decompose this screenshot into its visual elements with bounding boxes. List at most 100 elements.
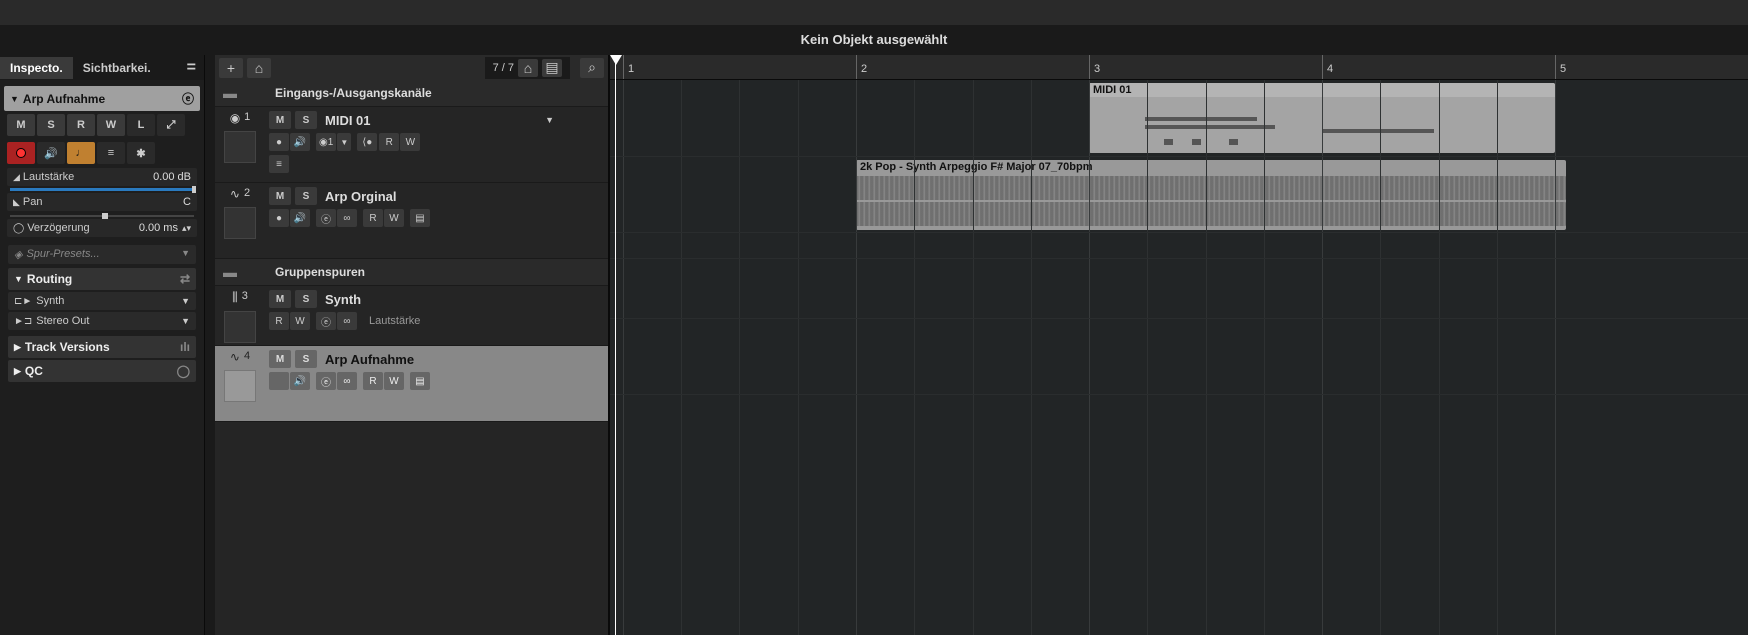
audio-icon: ∿: [230, 187, 240, 201]
grid-line: [1264, 80, 1265, 635]
grid-line: [973, 80, 974, 635]
edit-button[interactable]: ⓔ: [316, 372, 336, 390]
lane-divider: [610, 156, 1748, 157]
tab-inspector[interactable]: Inspecto.: [0, 57, 73, 79]
record-button[interactable]: ●: [269, 133, 289, 151]
read-button[interactable]: R: [363, 209, 383, 227]
pan-row[interactable]: ◣ Pan C: [7, 193, 197, 211]
grid-line: [1322, 80, 1323, 635]
write-button[interactable]: W: [290, 312, 310, 330]
read-button[interactable]: R: [379, 133, 399, 151]
preset-icon: ◈: [14, 248, 22, 261]
collapse-icon: ▼: [10, 94, 19, 104]
freeze-button[interactable]: ✱: [127, 142, 155, 164]
solo-button[interactable]: S: [295, 350, 317, 368]
group-tracks-folder[interactable]: ▬ Gruppenspuren: [215, 259, 608, 286]
volume-slider[interactable]: [10, 188, 194, 191]
edit-instrument-button[interactable]: ⓔ: [316, 209, 336, 227]
input-transform-button[interactable]: ⟨●: [357, 133, 377, 151]
mute-button[interactable]: M: [269, 290, 291, 308]
routing-output[interactable]: ►⊐ Stereo Out ▼: [8, 312, 196, 330]
lanes-button[interactable]: ≡: [269, 155, 289, 173]
spinner-icon[interactable]: ▴▾: [182, 223, 191, 234]
automation-param[interactable]: Lautstärke: [369, 315, 420, 327]
monitor-button[interactable]: 🔊: [37, 142, 65, 164]
io-channels-folder[interactable]: ▬ Eingangs-/Ausgangskanäle: [215, 80, 608, 107]
track-name[interactable]: Synth: [325, 292, 361, 307]
loop-button[interactable]: ∞: [337, 209, 357, 227]
agents-button[interactable]: ⌂: [518, 59, 538, 77]
write-button[interactable]: W: [384, 209, 404, 227]
track-list-panel: + ⌂ 7 / 7 ⌂ ▤ ⌕ ▬ Eingangs-/Ausgangskanä…: [215, 55, 610, 635]
timeline-ruler[interactable]: 12345: [610, 55, 1748, 80]
track-row-selected[interactable]: ∿4 M S Arp Aufnahme 🔊: [215, 346, 608, 422]
inspector-menu-icon[interactable]: =: [179, 59, 204, 77]
solo-button[interactable]: S: [295, 187, 317, 205]
monitor-button[interactable]: 🔊: [290, 372, 310, 390]
tab-visibility[interactable]: Sichtbarkei.: [73, 57, 161, 79]
read-button[interactable]: R: [67, 114, 95, 136]
volume-row[interactable]: ◢ Lautstärke 0.00 dB: [7, 168, 197, 186]
mute-button[interactable]: M: [269, 111, 291, 129]
write-button[interactable]: W: [97, 114, 125, 136]
dropdown-icon[interactable]: ▼: [545, 115, 554, 125]
edit-channel-icon[interactable]: ⓔ: [182, 90, 194, 107]
record-button[interactable]: ●: [269, 209, 289, 227]
write-button[interactable]: W: [400, 133, 420, 151]
routing-input[interactable]: ⊏► Synth ▼: [8, 292, 196, 310]
monitor-button[interactable]: 🔊: [290, 133, 310, 151]
solo-button[interactable]: S: [295, 290, 317, 308]
record-button[interactable]: [269, 372, 289, 390]
track-row[interactable]: ⫼3 M S Synth R W ⓔ: [215, 286, 608, 346]
routing-options-icon[interactable]: ⇄: [180, 272, 190, 286]
loop-button[interactable]: ∞: [337, 312, 357, 330]
read-button[interactable]: R: [269, 312, 289, 330]
read-button[interactable]: R: [363, 372, 383, 390]
grid-line: [1147, 80, 1148, 635]
edit-button[interactable]: ⓔ: [316, 312, 336, 330]
add-track-button[interactable]: +: [219, 58, 243, 78]
monitor-button[interactable]: 🔊: [290, 209, 310, 227]
track-versions-header[interactable]: ▶ Track Versions ılı: [8, 336, 196, 358]
dropdown-icon: ▼: [181, 316, 190, 326]
mute-button[interactable]: M: [269, 350, 291, 368]
clock-icon: ◯: [13, 223, 24, 234]
mute-button[interactable]: M: [7, 114, 35, 136]
search-button[interactable]: ⌕: [580, 58, 604, 78]
filter-button[interactable]: ▤: [542, 59, 562, 77]
qc-header[interactable]: ▶ QC ◯: [8, 360, 196, 382]
listen-button[interactable]: L: [127, 114, 155, 136]
grid-line: [1439, 80, 1440, 635]
lock-button[interactable]: ⤢: [157, 114, 185, 136]
grid-line: [798, 80, 799, 635]
musical-mode-button[interactable]: ♩: [67, 142, 95, 164]
pan-slider[interactable]: [10, 215, 194, 217]
channel-config-button[interactable]: ▤: [410, 372, 430, 390]
solo-button[interactable]: S: [295, 111, 317, 129]
versions-icon[interactable]: ılı: [180, 340, 190, 354]
channel-config-button[interactable]: ▤: [410, 209, 430, 227]
track-name[interactable]: Arp Orginal: [325, 189, 397, 204]
track-preset-button[interactable]: ⌂: [247, 58, 271, 78]
record-enable-button[interactable]: [7, 142, 35, 164]
track-presets-button[interactable]: ◈ Spur-Presets... ▼: [8, 245, 196, 264]
channel-button[interactable]: ◉ 1: [316, 133, 336, 151]
track-name[interactable]: MIDI 01: [325, 113, 371, 128]
track-row[interactable]: ∿2 M S Arp Orginal ● 🔊: [215, 183, 608, 259]
track-row[interactable]: ◉1 M S MIDI 01 ▼ ● 🔊: [215, 107, 608, 183]
delay-row[interactable]: ◯ Verzögerung 0.00 ms ▴▾: [7, 219, 197, 237]
routing-section-header[interactable]: ▼ Routing ⇄: [8, 268, 196, 290]
playhead[interactable]: [615, 55, 616, 635]
audio-clip[interactable]: 2k Pop - Synth Arpeggio F# Major 07_70bp…: [856, 160, 1566, 230]
mute-button[interactable]: M: [269, 187, 291, 205]
loop-button[interactable]: ∞: [337, 372, 357, 390]
track-name[interactable]: Arp Aufnahme: [325, 352, 414, 367]
inspector-track-header[interactable]: ▼ Arp Aufnahme ⓔ: [4, 86, 200, 111]
dropdown-icon[interactable]: ▼: [337, 133, 351, 151]
solo-button[interactable]: S: [37, 114, 65, 136]
arrangement-view[interactable]: 12345 MIDI 01 2k Pop - Synth Arpeggio F#…: [610, 55, 1748, 635]
lane-divider: [610, 394, 1748, 395]
write-button[interactable]: W: [384, 372, 404, 390]
qc-icon[interactable]: ◯: [177, 364, 190, 378]
lane-button[interactable]: ≡: [97, 142, 125, 164]
